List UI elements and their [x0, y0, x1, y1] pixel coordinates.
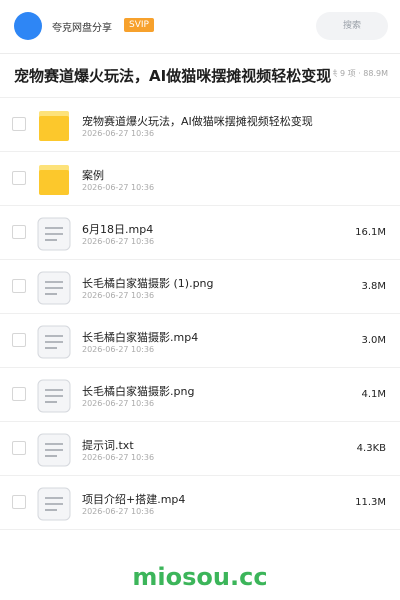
file-date: 2026-06-27 10:36	[82, 453, 155, 462]
row-checkbox[interactable]	[12, 441, 26, 455]
document-icon	[37, 433, 71, 467]
file-size: 16.1M	[355, 227, 386, 238]
watermark: miosou.cc	[132, 563, 268, 591]
file-name: 6月18日.mp4	[82, 223, 154, 236]
header: 夸克网盘分享 SVIP 搜索	[0, 0, 400, 54]
file-row[interactable]: 项目介绍+搭建.mp4 2026-06-27 10:36 11.3M	[0, 476, 400, 530]
file-date: 2026-06-27 10:36	[82, 129, 155, 138]
file-name: 长毛橘白家猫摄影.mp4	[82, 331, 199, 344]
file-row[interactable]: 长毛橘白家猫摄影.png 2026-06-27 10:36 4.1M	[0, 368, 400, 422]
file-size: 4.3KB	[356, 443, 386, 454]
folder-icon	[39, 111, 69, 141]
document-icon	[37, 487, 71, 521]
file-date: 2026-06-27 10:36	[82, 507, 155, 516]
file-date: 2026-06-27 10:36	[82, 183, 155, 192]
row-checkbox[interactable]	[12, 387, 26, 401]
file-date: 2026-06-27 10:36	[82, 237, 155, 246]
file-name: 长毛橘白家猫摄影.png	[82, 385, 195, 398]
row-checkbox[interactable]	[12, 225, 26, 239]
file-name: 案例	[82, 169, 104, 182]
document-icon	[37, 325, 71, 359]
share-title-row: 共 9 项 · 88.9M 宠物赛道爆火玩法，AI做猫咪摆摊视频轻松变现	[0, 54, 400, 98]
file-size: 11.3M	[355, 497, 386, 508]
page-title: 宠物赛道爆火玩法，AI做猫咪摆摊视频轻松变现	[14, 65, 334, 86]
file-date: 2026-06-27 10:36	[82, 399, 155, 408]
document-icon	[37, 217, 71, 251]
file-row[interactable]: 案例 2026-06-27 10:36	[0, 152, 400, 206]
file-row[interactable]: 提示词.txt 2026-06-27 10:36 4.3KB	[0, 422, 400, 476]
row-checkbox[interactable]	[12, 117, 26, 131]
file-row[interactable]: 6月18日.mp4 2026-06-27 10:36 16.1M	[0, 206, 400, 260]
file-name: 提示词.txt	[82, 439, 134, 452]
row-checkbox[interactable]	[12, 171, 26, 185]
file-date: 2026-06-27 10:36	[82, 345, 155, 354]
row-checkbox[interactable]	[12, 333, 26, 347]
row-checkbox[interactable]	[12, 495, 26, 509]
app-name: 夸克网盘分享	[52, 23, 112, 34]
svip-badge: SVIP	[124, 18, 154, 32]
file-row[interactable]: 长毛橘白家猫摄影 (1).png 2026-06-27 10:36 3.8M	[0, 260, 400, 314]
file-name: 宠物赛道爆火玩法，AI做猫咪摆摊视频轻松变现	[82, 115, 313, 128]
file-row[interactable]: 宠物赛道爆火玩法，AI做猫咪摆摊视频轻松变现 2026-06-27 10:36	[0, 98, 400, 152]
search-button[interactable]: 搜索	[316, 12, 388, 40]
document-icon	[37, 271, 71, 305]
file-size: 4.1M	[361, 389, 386, 400]
avatar[interactable]	[14, 12, 42, 40]
file-name: 项目介绍+搭建.mp4	[82, 493, 186, 506]
file-size: 3.0M	[361, 335, 386, 346]
document-icon	[37, 379, 71, 413]
folder-icon	[39, 165, 69, 195]
file-name: 长毛橘白家猫摄影 (1).png	[82, 277, 214, 290]
item-count: 共 9 项 · 88.9M	[329, 69, 388, 78]
row-checkbox[interactable]	[12, 279, 26, 293]
file-list: 宠物赛道爆火玩法，AI做猫咪摆摊视频轻松变现 2026-06-27 10:36 …	[0, 98, 400, 530]
file-date: 2026-06-27 10:36	[82, 291, 155, 300]
file-row[interactable]: 长毛橘白家猫摄影.mp4 2026-06-27 10:36 3.0M	[0, 314, 400, 368]
file-size: 3.8M	[361, 281, 386, 292]
